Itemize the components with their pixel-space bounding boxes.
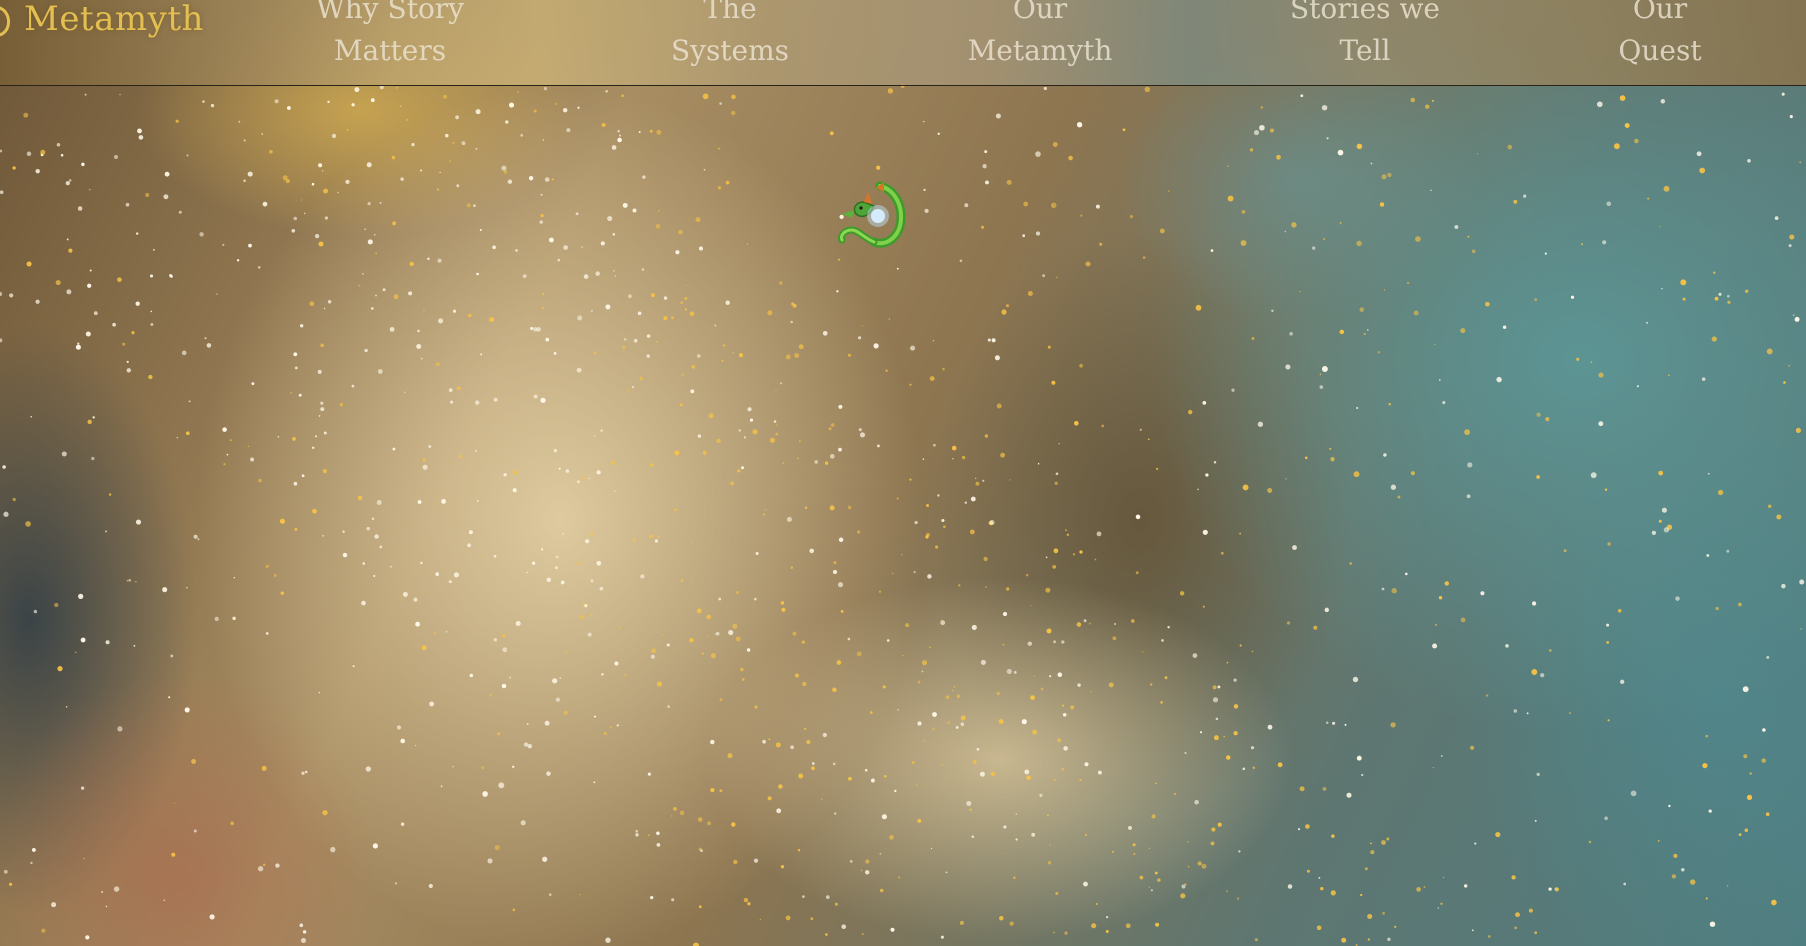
nav-item-our-metamyth[interactable]: Our Metamyth [960,0,1120,72]
nav-item-stories-we-tell[interactable]: Stories we Tell [1280,0,1450,72]
brand-name: Metamyth [24,0,204,39]
nav-item-the-systems[interactable]: The Systems [655,0,805,72]
star-field [0,84,1805,946]
nav-item-label-line2: Systems [670,34,790,67]
nav-item-label-line1: Our [1632,0,1688,25]
nav-item-label-line2: Tell [1339,34,1391,67]
nav-item-why-story-matters[interactable]: Why Story Matters [305,0,475,72]
nav-item-label-line2: Matters [333,34,447,67]
nav-item-label-line2: Quest [1618,34,1702,67]
nav-item-our-quest[interactable]: Our Quest [1600,0,1720,72]
page: Metamyth Why Story Matters The Systems O… [0,0,1806,946]
nav-item-label-line1: Stories we [1289,0,1440,25]
nav-item-label-line2: Metamyth [967,34,1113,67]
top-navigation-bar: Metamyth Why Story Matters The Systems O… [0,0,1806,86]
nav-item-label-line1: Why Story [315,0,465,25]
nav-item-label-line1: Our [1012,0,1068,25]
brand[interactable]: Metamyth [0,0,204,42]
green-dragon-icon[interactable] [834,180,906,258]
crescent-moon-icon [0,6,10,37]
nav-item-label-line1: The [703,0,757,25]
